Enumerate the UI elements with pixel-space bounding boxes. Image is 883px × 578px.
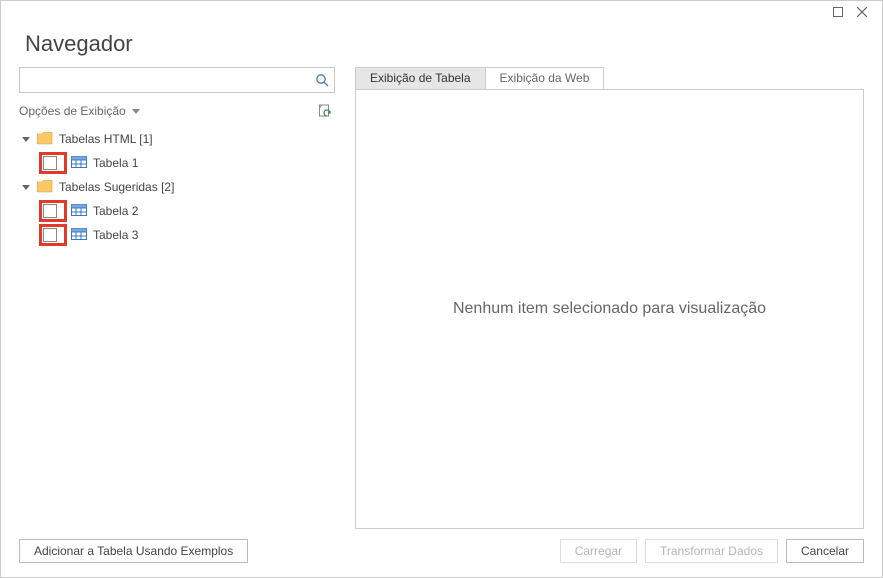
checkbox-tabela2[interactable] bbox=[43, 204, 57, 218]
preview-empty-message: Nenhum item selecionado para visualizaçã… bbox=[453, 300, 766, 318]
search-row bbox=[19, 67, 335, 93]
add-table-using-examples-button[interactable]: Adicionar a Tabela Usando Exemplos bbox=[19, 539, 248, 563]
highlight-box bbox=[39, 224, 67, 246]
close-button[interactable] bbox=[852, 4, 872, 20]
folder-icon bbox=[37, 180, 53, 194]
tree-group-label: Tabelas Sugeridas [2] bbox=[59, 180, 174, 194]
table-icon bbox=[71, 156, 87, 170]
search-icon[interactable] bbox=[310, 73, 334, 87]
load-button[interactable]: Carregar bbox=[560, 539, 637, 563]
tab-web-view[interactable]: Exibição da Web bbox=[485, 67, 605, 89]
footer: Adicionar a Tabela Usando Exemplos Carre… bbox=[1, 529, 882, 577]
titlebar bbox=[1, 1, 882, 21]
preview-tabs: Exibição de Tabela Exibição da Web bbox=[355, 67, 864, 90]
checkbox-tabela1[interactable] bbox=[43, 156, 57, 170]
tree-group-label: Tabelas HTML [1] bbox=[59, 132, 153, 146]
tree-item-label: Tabela 3 bbox=[93, 228, 138, 242]
tree-group-suggested-tables[interactable]: Tabelas Sugeridas [2] bbox=[19, 175, 335, 199]
cancel-button[interactable]: Cancelar bbox=[786, 539, 864, 563]
tree: Tabelas HTML [1] Tabela 1 bbox=[19, 127, 335, 247]
transform-data-button[interactable]: Transformar Dados bbox=[645, 539, 778, 563]
left-pane: Opções de Exibição Tabelas HTML [1] bbox=[19, 67, 335, 529]
page-title: Navegador bbox=[25, 31, 858, 57]
checkbox-tabela3[interactable] bbox=[43, 228, 57, 242]
refresh-button[interactable] bbox=[317, 103, 333, 119]
header: Navegador bbox=[1, 21, 882, 63]
chevron-down-icon bbox=[132, 109, 140, 114]
tree-item-label: Tabela 2 bbox=[93, 204, 138, 218]
table-icon bbox=[71, 204, 87, 218]
tree-item-tabela1[interactable]: Tabela 1 bbox=[19, 151, 335, 175]
display-options-dropdown[interactable]: Opções de Exibição bbox=[19, 104, 140, 118]
preview-area: Nenhum item selecionado para visualizaçã… bbox=[355, 90, 864, 529]
tree-item-label: Tabela 1 bbox=[93, 156, 138, 170]
table-icon bbox=[71, 228, 87, 242]
tree-group-html-tables[interactable]: Tabelas HTML [1] bbox=[19, 127, 335, 151]
navigator-dialog: Navegador Opções de Exibição bbox=[0, 0, 883, 578]
right-pane: Exibição de Tabela Exibição da Web Nenhu… bbox=[355, 67, 864, 529]
highlight-box bbox=[39, 152, 67, 174]
tree-item-tabela3[interactable]: Tabela 3 bbox=[19, 223, 335, 247]
expander-icon[interactable] bbox=[21, 185, 31, 190]
expander-icon[interactable] bbox=[21, 137, 31, 142]
display-options-label: Opções de Exibição bbox=[19, 104, 126, 118]
tab-table-view[interactable]: Exibição de Tabela bbox=[355, 67, 486, 89]
highlight-box bbox=[39, 200, 67, 222]
tree-item-tabela2[interactable]: Tabela 2 bbox=[19, 199, 335, 223]
maximize-button[interactable] bbox=[828, 4, 848, 20]
search-input[interactable] bbox=[20, 70, 310, 90]
folder-icon bbox=[37, 132, 53, 146]
